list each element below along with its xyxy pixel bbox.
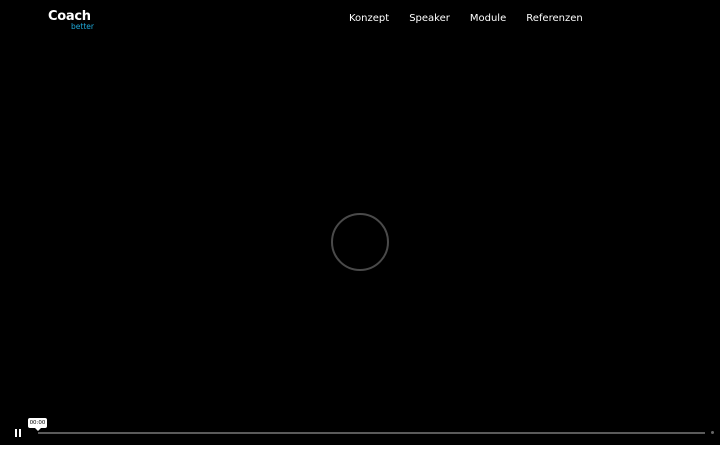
nav-item-module[interactable]: Module [460,13,516,25]
main-nav: Konzept Speaker Module Referenzen [339,13,593,25]
pause-button[interactable] [11,426,25,440]
progress-end-marker [711,431,714,434]
pause-icon [15,429,17,437]
logo-subtitle: better [71,22,94,31]
progress-bar[interactable] [38,432,705,434]
current-time-tooltip: 00:00 [28,418,47,431]
page-bottom-strip [0,445,720,450]
loading-spinner-icon [331,213,389,271]
pause-icon-bar [19,429,21,437]
nav-item-speaker[interactable]: Speaker [399,13,460,25]
video-stage[interactable]: Coach better Konzept Speaker Module Refe… [0,0,720,445]
nav-item-konzept[interactable]: Konzept [339,13,399,25]
brand-logo[interactable]: Coach better [48,9,100,33]
nav-item-referenzen[interactable]: Referenzen [516,13,592,25]
